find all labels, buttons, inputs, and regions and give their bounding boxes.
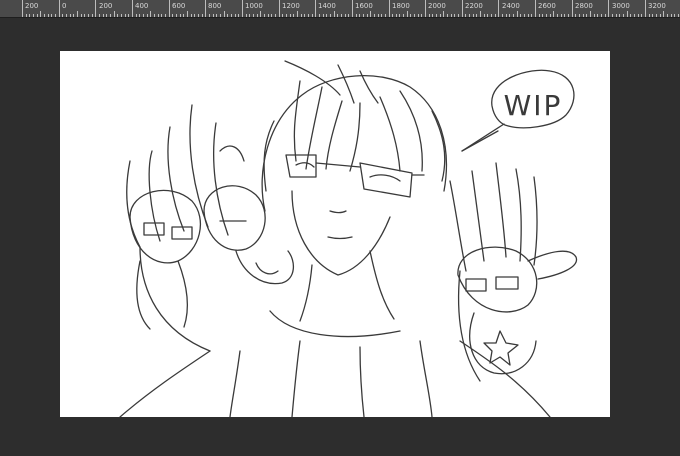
ruler-tick-label: 1200 bbox=[282, 2, 300, 10]
horizontal-ruler[interactable]: 200 0 200 400 600 800 1000 1200 1400 160… bbox=[0, 0, 680, 18]
ruler-tick-label: 2000 bbox=[428, 2, 446, 10]
figure-face bbox=[285, 154, 425, 276]
right-plush-toy bbox=[457, 246, 578, 375]
ruler-tick-label: 2400 bbox=[502, 2, 520, 10]
ruler-tick-label: 1400 bbox=[318, 2, 336, 10]
ruler-tick-label: 1000 bbox=[245, 2, 263, 10]
ruler-tick-label: 3200 bbox=[648, 2, 666, 10]
ruler-tick-label: 200 bbox=[25, 2, 39, 10]
ruler-tick-label: 1600 bbox=[355, 2, 373, 10]
middle-plush-toy bbox=[203, 185, 294, 285]
ruler-tick-label: 2800 bbox=[575, 2, 593, 10]
ruler-tick-label: 2600 bbox=[538, 2, 556, 10]
ruler-tick-label: 2200 bbox=[465, 2, 483, 10]
ruler-tick-label: 200 bbox=[99, 2, 113, 10]
ruler-tick-label: 600 bbox=[172, 2, 186, 10]
drawing-app-window: 200 0 200 400 600 800 1000 1200 1400 160… bbox=[0, 0, 680, 456]
ruler-tick-label: 800 bbox=[208, 2, 222, 10]
ruler-tick-label: 3000 bbox=[612, 2, 630, 10]
right-hand bbox=[449, 162, 538, 382]
ruler-tick-label: 1800 bbox=[392, 2, 410, 10]
artboard[interactable]: WIP bbox=[60, 51, 610, 417]
ruler-tick-label: 400 bbox=[135, 2, 149, 10]
ruler-tick-label: 0 bbox=[62, 2, 67, 10]
figure-hair bbox=[261, 60, 447, 212]
canvas-workspace[interactable]: WIP bbox=[0, 18, 680, 456]
figure-body bbox=[119, 250, 551, 417]
speech-bubble-text: WIP bbox=[503, 89, 563, 122]
